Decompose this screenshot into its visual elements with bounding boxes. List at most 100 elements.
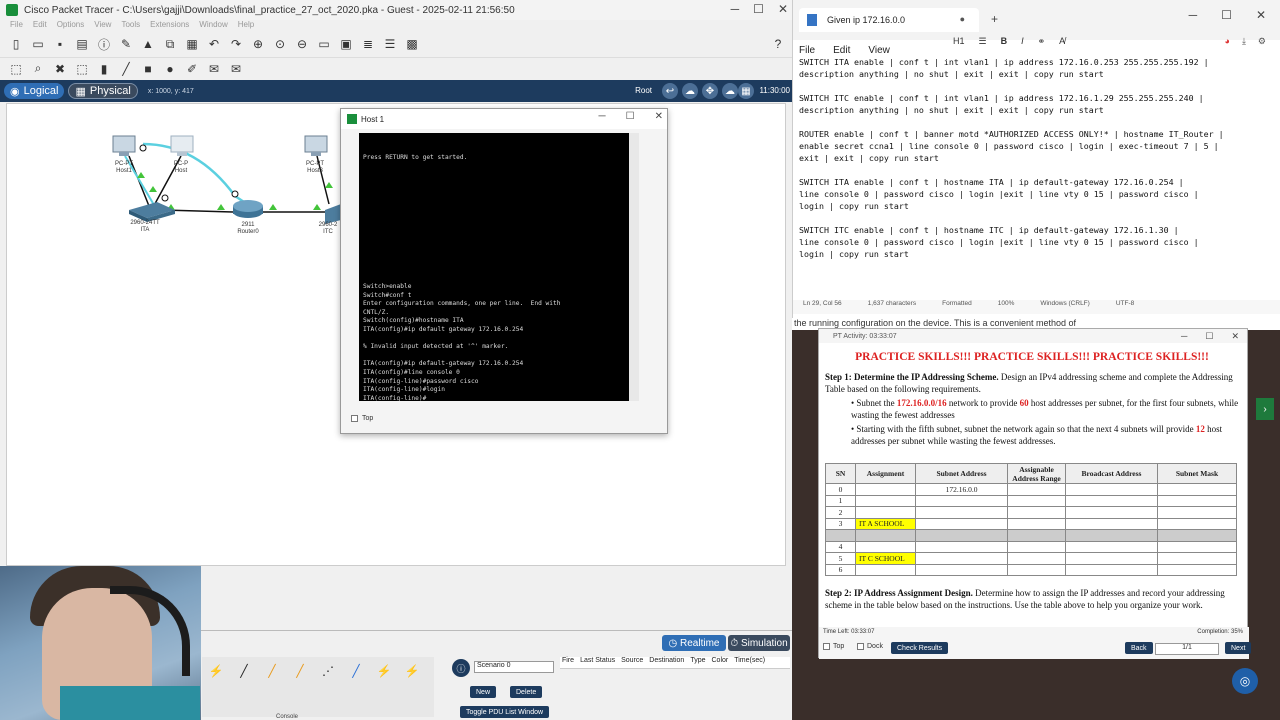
rectangle-icon[interactable]: ■ <box>140 61 156 77</box>
assistant-icon[interactable]: ◎ <box>1232 668 1258 694</box>
physical-tab[interactable]: ▦ Physical <box>68 83 138 99</box>
drawing-palette-icon[interactable]: ▭ <box>316 36 332 52</box>
new-file-icon[interactable]: ▯ <box>8 36 24 52</box>
back-button[interactable]: Back <box>1125 642 1153 654</box>
notepad-tab[interactable]: Given ip 172.16.0.0 ● <box>799 8 979 32</box>
menu-options[interactable]: Options <box>57 20 85 32</box>
close-icon[interactable]: ✕ <box>1231 331 1239 342</box>
note-icon[interactable]: ▮ <box>96 61 112 77</box>
host1-window[interactable]: Host 1 ─ ☐ ✕ Press RETURN to get started… <box>340 108 668 434</box>
menu-extensions[interactable]: Extensions <box>150 20 189 32</box>
top-checkbox[interactable] <box>823 643 830 650</box>
menu-view[interactable]: View <box>868 45 890 56</box>
copy-icon[interactable]: ⧉ <box>162 36 178 52</box>
maximize-icon[interactable]: ☐ <box>753 2 764 16</box>
scenario-select[interactable]: Scenario 0 <box>474 661 554 673</box>
new-scenario-button[interactable]: New <box>470 686 497 698</box>
top-checkbox-row[interactable]: Top <box>823 643 844 650</box>
delete-scenario-button[interactable]: Delete <box>510 686 543 698</box>
italic-icon[interactable]: I <box>1021 36 1024 47</box>
coaxial-icon[interactable]: ⚡ <box>374 661 394 681</box>
fiber-icon[interactable]: ⋰ <box>318 661 338 681</box>
simple-pdu-icon[interactable]: ✉ <box>206 61 222 77</box>
close-icon[interactable]: ✕ <box>655 111 663 122</box>
back-icon[interactable]: ↩ <box>662 83 678 99</box>
cloud-icon[interactable]: ☁ <box>722 83 738 99</box>
move-icon[interactable]: ✥ <box>702 83 718 99</box>
inspect-icon[interactable]: ⌕ <box>30 61 46 77</box>
ellipse-icon[interactable]: ● <box>162 61 178 77</box>
auto-connect-icon[interactable]: ⚡ <box>206 661 226 681</box>
image-icon[interactable]: ▩ <box>404 36 420 52</box>
menu-file[interactable]: File <box>10 20 23 32</box>
save-icon[interactable]: ▪ <box>52 36 68 52</box>
help-icon[interactable]: ? <box>770 36 786 52</box>
undo-icon[interactable]: ↶ <box>206 36 222 52</box>
realtime-button[interactable]: ◷ Realtime <box>662 635 726 651</box>
link-icon[interactable]: ⚭ <box>1038 36 1046 47</box>
info-icon[interactable]: ⓘ <box>452 659 470 677</box>
pc-host2[interactable] <box>170 135 194 156</box>
paste-icon[interactable]: ▦ <box>184 36 200 52</box>
notepad-text-area[interactable]: SWITCH ITA enable | conf t | int vlan1 |… <box>799 56 1269 260</box>
list-icon[interactable]: ☰ <box>979 36 987 47</box>
list-icon[interactable]: ☰ <box>382 36 398 52</box>
settings-icon[interactable]: ⚙ <box>1258 36 1266 47</box>
maximize-icon[interactable]: ☐ <box>1205 331 1213 342</box>
open-folder-icon[interactable]: ▭ <box>30 36 46 52</box>
top-checkbox[interactable] <box>351 415 358 422</box>
simulation-button[interactable]: ⏱ Simulation <box>728 635 790 651</box>
custom-device-icon[interactable]: ▣ <box>338 36 354 52</box>
menu-help[interactable]: Help <box>238 20 254 32</box>
menu-tools[interactable]: Tools <box>121 20 140 32</box>
close-icon[interactable]: ✕ <box>1256 8 1266 22</box>
dock-checkbox[interactable] <box>857 643 864 650</box>
minimize-icon[interactable]: ─ <box>731 2 740 16</box>
notes-icon[interactable]: ≣ <box>360 36 376 52</box>
new-tab-icon[interactable]: + <box>991 12 998 26</box>
serial-dce-icon[interactable]: ⚡ <box>402 661 422 681</box>
wizard-icon[interactable]: ✎ <box>118 36 134 52</box>
resize-icon[interactable]: ⬚ <box>74 61 90 77</box>
check-results-button[interactable]: Check Results <box>891 642 949 654</box>
zoom-out-icon[interactable]: ⊖ <box>294 36 310 52</box>
menu-edit[interactable]: Edit <box>33 20 47 32</box>
next-button[interactable]: Next <box>1225 642 1252 654</box>
top-checkbox-row[interactable]: Top <box>351 415 373 422</box>
cli-terminal[interactable]: Press RETURN to get started. Switch>enabl… <box>359 133 629 401</box>
maximize-icon[interactable]: ☐ <box>1221 8 1232 22</box>
select-icon[interactable]: ⬚ <box>8 61 24 77</box>
download-icon[interactable]: ⤓ <box>1242 36 1246 47</box>
pc-host3[interactable] <box>304 135 328 156</box>
activity-wizard-icon[interactable]: ▲ <box>140 36 156 52</box>
zoom-in-icon[interactable]: ⊕ <box>250 36 266 52</box>
minimize-icon[interactable]: ─ <box>1181 331 1187 342</box>
expand-arrow-icon[interactable]: › <box>1256 398 1274 420</box>
freeform-icon[interactable]: ✐ <box>184 61 200 77</box>
page-input[interactable]: 1/1 <box>1155 643 1219 655</box>
toggle-pdu-button[interactable]: Toggle PDU List Window <box>460 706 550 718</box>
minimize-icon[interactable]: ─ <box>1189 8 1198 22</box>
menu-file[interactable]: File <box>799 45 815 56</box>
dock-checkbox-row[interactable]: Dock <box>857 643 883 650</box>
crossover-icon[interactable]: ╱ <box>290 661 310 681</box>
viewport-icon[interactable]: ▦ <box>738 83 754 99</box>
minimize-icon[interactable]: ─ <box>599 111 606 122</box>
switch-ita[interactable] <box>129 202 175 222</box>
line-icon[interactable]: ╱ <box>118 61 134 77</box>
zoom-reset-icon[interactable]: ⊙ <box>272 36 288 52</box>
menu-edit[interactable]: Edit <box>833 45 850 56</box>
close-icon[interactable]: ✕ <box>778 2 788 16</box>
switch-itc[interactable] <box>325 204 341 224</box>
delete-icon[interactable]: ✖ <box>52 61 68 77</box>
redo-icon[interactable]: ↷ <box>228 36 244 52</box>
terminal-scrollbar[interactable] <box>629 133 639 401</box>
clear-format-icon[interactable]: A̸ <box>1059 36 1065 47</box>
maximize-icon[interactable]: ☐ <box>626 111 635 122</box>
heading-dropdown[interactable]: H1 <box>953 36 965 47</box>
router-0[interactable] <box>233 200 263 218</box>
cluster-icon[interactable]: ☁ <box>682 83 698 99</box>
logical-tab[interactable]: ◉ Logical <box>4 83 65 99</box>
print-icon[interactable]: ▤ <box>74 36 90 52</box>
menu-window[interactable]: Window <box>199 20 227 32</box>
